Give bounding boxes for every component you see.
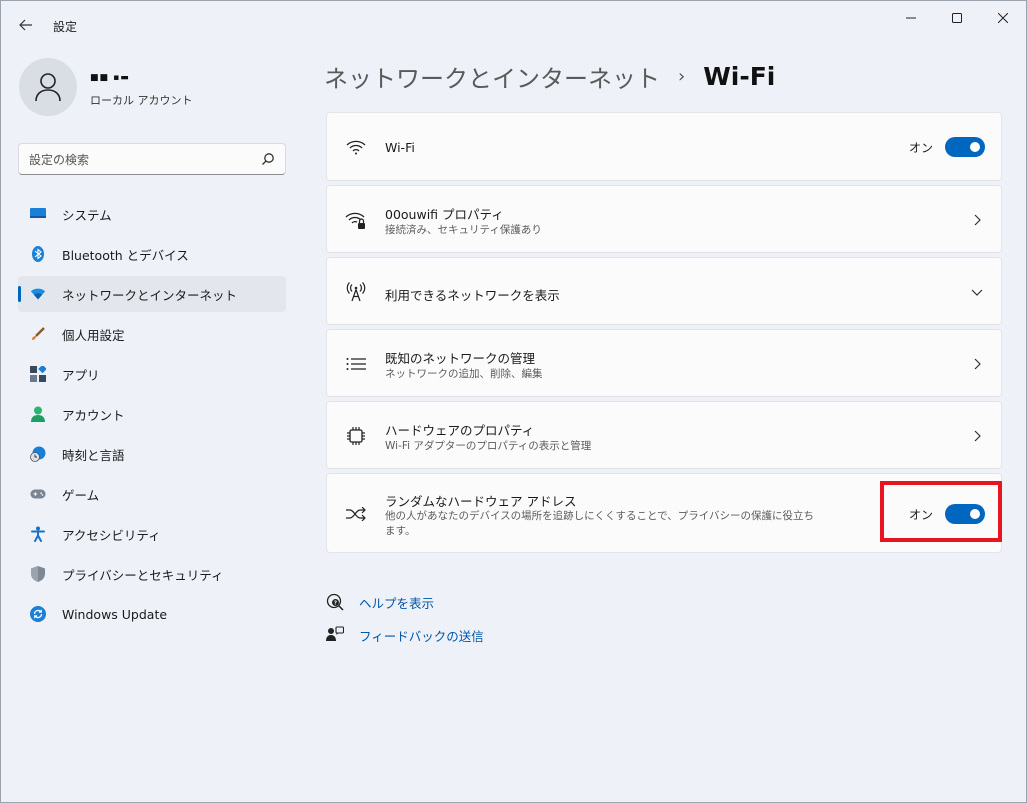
feedback-link-label: フィードバックの送信 [359, 628, 484, 644]
known-networks-card[interactable]: 既知のネットワークの管理 ネットワークの追加、削除、編集 [326, 329, 1002, 397]
wifi-toggle-group: オン [909, 137, 985, 157]
sidebar-item-privacy[interactable]: プライバシーとセキュリティ [18, 556, 286, 592]
minimize-icon [906, 17, 916, 19]
account-icon [30, 406, 46, 422]
available-networks-card[interactable]: 利用できるネットワークを表示 [326, 257, 1002, 325]
network-properties-subtitle: 接続済み、セキュリティ保護あり [385, 224, 542, 236]
user-name: ■■ ▪▬ [90, 73, 130, 83]
sidebar-item-network[interactable]: ネットワークとインターネット [18, 276, 286, 312]
bluetooth-icon [30, 246, 46, 262]
app-title: 設定 [53, 20, 78, 34]
close-icon [998, 13, 1008, 23]
wifi-toggle-label: オン [908, 140, 933, 155]
back-arrow-icon [19, 19, 32, 31]
sidebar-item-apps[interactable]: アプリ [18, 356, 286, 392]
system-icon [30, 206, 46, 222]
account-type: ローカル アカウント [90, 94, 193, 107]
accessibility-icon [30, 526, 46, 542]
sidebar-item-label: ゲーム [62, 487, 100, 503]
close-button[interactable] [980, 1, 1026, 35]
breadcrumb: ネットワークとインターネット › Wi-Fi [324, 59, 775, 93]
wifi-secure-icon [345, 209, 367, 231]
sidebar-nav: システム Bluetooth とデバイス ネットワークとインターネット 個人用設… [18, 196, 286, 636]
hardware-properties-subtitle: Wi-Fi アダプターのプロパティの表示と管理 [385, 440, 592, 452]
toggle-knob [970, 142, 980, 152]
random-address-title: ランダムなハードウェア アドレス [385, 494, 577, 509]
random-hardware-address-card: ランダムなハードウェア アドレス 他の人があなたのデバイスの場所を追跡しにくくす… [326, 473, 1002, 553]
sidebar-item-gaming[interactable]: ゲーム [18, 476, 286, 512]
windows-update-icon [30, 606, 46, 622]
chevron-right-icon [974, 430, 981, 442]
chevron-right-icon [974, 214, 981, 226]
sidebar-item-label: 個人用設定 [62, 327, 125, 343]
minimize-button[interactable] [888, 1, 934, 35]
chevron-right-icon [974, 358, 981, 370]
sidebar-item-label: アクセシビリティ [62, 527, 161, 543]
hardware-properties-card[interactable]: ハードウェアのプロパティ Wi-Fi アダプターのプロパティの表示と管理 [326, 401, 1002, 469]
sidebar-item-accessibility[interactable]: アクセシビリティ [18, 516, 286, 552]
page-title: Wi-Fi [703, 61, 776, 91]
breadcrumb-parent-link[interactable]: ネットワークとインターネット [324, 59, 660, 94]
search-input[interactable] [29, 150, 249, 170]
sidebar-item-label: プライバシーとセキュリティ [62, 567, 224, 583]
settings-window: 設定 ■■ ▪▬ ローカル アカウント システム Bluetooth とデバイス [0, 0, 1027, 803]
sidebar-item-system[interactable]: システム [18, 196, 286, 232]
chevron-down-icon [971, 289, 983, 296]
network-icon [30, 286, 46, 302]
title-bar: 設定 [1, 1, 1026, 45]
hardware-properties-title: ハードウェアのプロパティ [385, 423, 535, 438]
network-properties-card[interactable]: 00ouwifi プロパティ 接続済み、セキュリティ保護あり [326, 185, 1002, 253]
random-address-toggle-group: オン [909, 504, 985, 524]
sidebar-item-personalization[interactable]: 個人用設定 [18, 316, 286, 352]
time-language-icon [30, 446, 46, 462]
toggle-knob [970, 509, 980, 519]
help-link[interactable]: ? ヘルプを表示 [326, 591, 434, 613]
feedback-icon [326, 626, 344, 644]
search-icon[interactable] [261, 152, 275, 166]
sidebar-item-label: Windows Update [62, 606, 168, 622]
shield-icon [30, 566, 46, 582]
sidebar-item-accounts[interactable]: アカウント [18, 396, 286, 432]
gamepad-icon [30, 486, 46, 502]
available-networks-title: 利用できるネットワークを表示 [385, 288, 560, 303]
network-properties-title: 00ouwifi プロパティ [385, 207, 504, 222]
maximize-icon [952, 13, 962, 23]
random-address-toggle-label: オン [908, 507, 933, 522]
chip-icon [345, 425, 367, 447]
sidebar-item-label: 時刻と言語 [62, 447, 125, 463]
sidebar-item-bluetooth[interactable]: Bluetooth とデバイス [18, 236, 286, 272]
user-icon [35, 73, 61, 102]
random-address-subtitle: 他の人があなたのデバイスの場所を追跡しにくくすることで、プライバシーの保護に役立… [385, 510, 815, 537]
sidebar-item-label: アプリ [62, 367, 100, 383]
sidebar-item-label: システム [62, 207, 112, 223]
apps-icon [30, 366, 46, 382]
wifi-toggle[interactable] [945, 137, 985, 157]
shuffle-icon [345, 503, 367, 525]
sidebar-item-label: ネットワークとインターネット [62, 287, 238, 303]
help-icon: ? [326, 593, 344, 611]
known-networks-title: 既知のネットワークの管理 [385, 351, 536, 366]
wifi-title: Wi-Fi [385, 140, 415, 155]
avatar[interactable] [19, 58, 77, 116]
sidebar-item-label: アカウント [62, 407, 125, 423]
sidebar-item-label: Bluetooth とデバイス [62, 247, 189, 263]
search-box[interactable] [18, 143, 286, 175]
help-link-label: ヘルプを表示 [359, 595, 435, 611]
sidebar-item-windows-update[interactable]: Windows Update [18, 596, 286, 632]
random-address-toggle[interactable] [945, 504, 985, 524]
back-button[interactable] [11, 11, 41, 39]
breadcrumb-separator: › [678, 65, 686, 87]
svg-text:?: ? [334, 601, 337, 607]
maximize-button[interactable] [934, 1, 980, 35]
feedback-link[interactable]: フィードバックの送信 [326, 624, 484, 646]
known-networks-subtitle: ネットワークの追加、削除、編集 [385, 368, 543, 380]
brush-icon [30, 326, 46, 342]
wifi-icon [345, 136, 367, 158]
wifi-card[interactable]: Wi-Fi オン [326, 112, 1002, 181]
list-icon [345, 353, 367, 375]
antenna-icon [345, 281, 367, 303]
sidebar-item-time-language[interactable]: 時刻と言語 [18, 436, 286, 472]
